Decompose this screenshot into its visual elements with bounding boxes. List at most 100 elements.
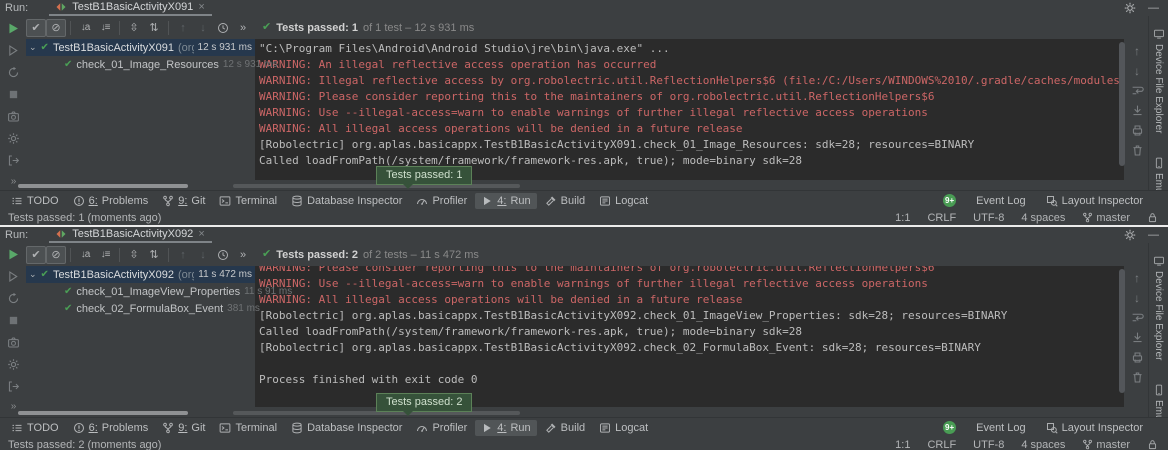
sort-alphabetically-button[interactable]: ↓a [75,19,95,37]
more-actions-icon[interactable]: » [233,246,253,264]
rerun-failed-tests-button[interactable] [6,270,20,284]
encoding[interactable]: UTF-8 [973,439,1004,450]
sort-alphabetically-button[interactable]: ↓a [75,246,95,264]
collapse-all-button[interactable]: ⇅ [144,246,164,264]
side-tab[interactable]: Device File Explorer [1153,255,1165,360]
screenshot-button[interactable] [6,335,20,349]
tool-window-button[interactable]: Build [539,420,591,436]
expand-all-button[interactable]: ⇳ [124,19,144,37]
chevron-down-icon[interactable]: ⌄ [29,42,37,53]
rerun-failed-tests-button[interactable] [6,43,20,57]
test-row[interactable]: ✔ check_01_ImageView_Properties 11 s 91 … [26,283,255,300]
test-history-button[interactable] [213,246,233,264]
minimize-icon[interactable]: — [1148,230,1159,241]
print-button[interactable] [1131,124,1144,137]
down-stack-trace-button[interactable]: ↓ [1131,291,1144,304]
more-actions-icon[interactable]: » [233,19,253,37]
close-tab-icon[interactable]: × [198,1,204,13]
up-stack-trace-button[interactable]: ↑ [1131,44,1144,57]
console-vertical-scrollbar[interactable] [1119,42,1125,166]
tree-horizontal-scrollbar[interactable] [18,184,188,188]
scroll-to-end-button[interactable] [1131,104,1144,117]
sort-by-duration-button[interactable]: ↓≡ [95,19,115,37]
tool-window-button[interactable]: Database Inspector [285,193,408,209]
previous-occurrence-button[interactable]: ↑ [173,246,193,264]
next-occurrence-button[interactable]: ↓ [193,246,213,264]
tool-window-button[interactable]: 9 Git [156,193,211,209]
restore-layout-button[interactable] [6,65,20,79]
clear-all-button[interactable] [1131,144,1144,157]
tool-window-button[interactable]: 6 Problems [67,193,155,209]
close-tab-icon[interactable]: × [198,228,204,240]
clear-all-button[interactable] [1131,371,1144,384]
up-stack-trace-button[interactable]: ↑ [1131,271,1144,284]
restore-layout-button[interactable] [6,292,20,306]
soft-wrap-button[interactable] [1131,84,1144,97]
settings-button[interactable] [6,131,20,145]
more-chevron-icon[interactable]: » [11,176,16,187]
git-branch-widget[interactable]: master [1082,212,1130,224]
tool-window-button[interactable]: 9+ Event Log [937,419,1032,436]
previous-occurrence-button[interactable]: ↑ [173,19,193,37]
console-vertical-scrollbar[interactable] [1119,269,1125,393]
tool-window-button[interactable]: Logcat [593,193,654,209]
tool-window-button[interactable]: Build [539,193,591,209]
print-button[interactable] [1131,351,1144,364]
tool-window-button[interactable]: TODO [5,193,65,209]
git-branch-widget[interactable]: master [1082,439,1130,450]
hide-window-button[interactable] [6,153,20,167]
caret-position[interactable]: 1:1 [895,212,910,224]
more-chevron-icon[interactable]: » [11,401,16,412]
show-passed-toggle[interactable]: ✔ [26,19,46,37]
soft-wrap-button[interactable] [1131,311,1144,324]
show-passed-toggle[interactable]: ✔ [26,246,46,264]
indent-style[interactable]: 4 spaces [1021,439,1065,450]
tool-window-button[interactable]: Logcat [593,420,654,436]
rerun-button[interactable] [6,21,20,35]
tool-window-button[interactable]: Terminal [213,193,283,209]
chevron-down-icon[interactable]: ⌄ [29,269,37,280]
caret-position[interactable]: 1:1 [895,439,910,450]
test-row[interactable]: ✔ check_01_Image_Resources 12 s 931 ms [26,56,255,73]
indent-style[interactable]: 4 spaces [1021,212,1065,224]
line-ending[interactable]: CRLF [927,439,956,450]
tree-horizontal-scrollbar[interactable] [18,411,188,415]
test-suite-row[interactable]: ⌄ ✔ TestB1BasicActivityX092 (org.aplas.t… [26,266,255,283]
gear-icon[interactable] [1124,229,1136,241]
settings-button[interactable] [6,357,20,371]
tool-window-button[interactable]: Database Inspector [285,420,408,436]
test-suite-row[interactable]: ⌄ ✔ TestB1BasicActivityX091 (org.aplas.t… [26,39,255,56]
down-stack-trace-button[interactable]: ↓ [1131,64,1144,77]
show-ignored-toggle[interactable]: ⊘ [46,19,66,37]
line-ending[interactable]: CRLF [927,212,956,224]
tool-window-button[interactable]: 9+ Event Log [937,192,1032,209]
tool-window-button[interactable]: 6 Problems [67,420,155,436]
next-occurrence-button[interactable]: ↓ [193,19,213,37]
show-ignored-toggle[interactable]: ⊘ [46,246,66,264]
run-tab[interactable]: TestB1BasicActivityX091 × [49,0,212,16]
sort-by-duration-button[interactable]: ↓≡ [95,246,115,264]
tool-window-button[interactable]: Terminal [213,420,283,436]
stop-button[interactable] [6,314,20,328]
console-output[interactable]: WARNING: Please consider reporting this … [255,266,1124,407]
collapse-all-button[interactable]: ⇅ [144,19,164,37]
tool-window-button[interactable]: TODO [5,420,65,436]
screenshot-button[interactable] [6,109,20,123]
test-row[interactable]: ✔ check_02_FormulaBox_Event 381 ms [26,300,255,317]
stop-button[interactable] [6,87,20,101]
encoding[interactable]: UTF-8 [973,212,1004,224]
expand-all-button[interactable]: ⇳ [124,246,144,264]
console-output[interactable]: "C:\Program Files\Android\Android Studio… [255,39,1124,180]
tool-window-button[interactable]: Layout Inspector [1040,193,1149,209]
tool-window-button[interactable]: 9 Git [156,420,211,436]
tool-window-button[interactable]: 4 Run [475,193,536,209]
tool-window-button[interactable]: Layout Inspector [1040,420,1149,436]
tool-window-button[interactable]: Profiler [410,420,473,436]
scroll-to-end-button[interactable] [1131,331,1144,344]
test-history-button[interactable] [213,19,233,37]
tool-window-button[interactable]: Profiler [410,193,473,209]
rerun-button[interactable] [6,248,20,262]
tool-window-button[interactable]: 4 Run [475,420,536,436]
gear-icon[interactable] [1124,2,1136,14]
minimize-icon[interactable]: — [1148,3,1159,14]
